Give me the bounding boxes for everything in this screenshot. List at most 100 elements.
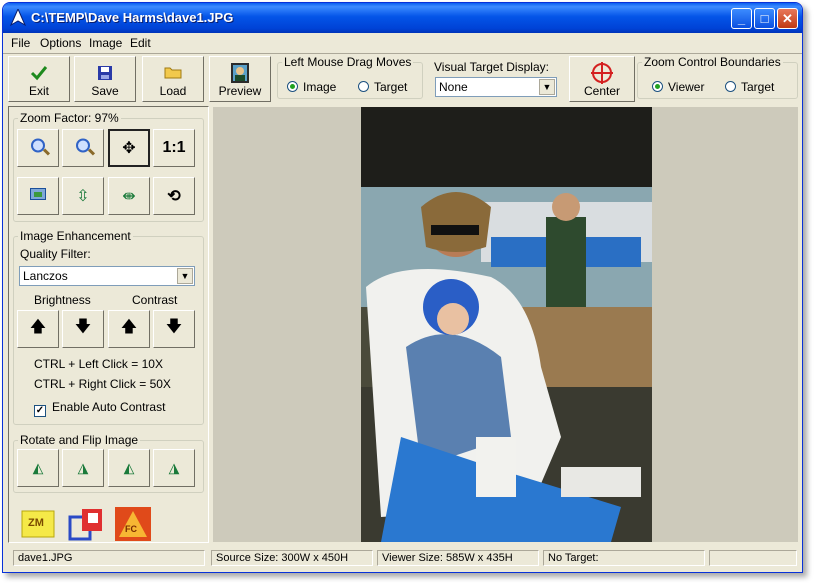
checkmark-icon (30, 66, 48, 81)
rotate-legend: Rotate and Flip Image (20, 433, 139, 447)
photo-image (361, 107, 652, 542)
menu-edit[interactable]: Edit (130, 36, 151, 50)
arrow-down-icon: 🡇 (165, 318, 183, 336)
zoom-boundaries-legend: Zoom Control Boundaries (644, 55, 781, 69)
radio-image[interactable] (287, 81, 298, 92)
status-viewer-size: Viewer Size: 585W x 435H (377, 550, 539, 566)
exit-button[interactable]: Exit (8, 56, 70, 102)
fit-height-icon: ⇳ (76, 188, 90, 205)
zm-label: ZM (28, 517, 44, 529)
brightness-down-button[interactable]: 🡇 (62, 310, 104, 348)
zoom-factor-legend: Zoom Factor: 97% (20, 111, 119, 125)
flip-horizontal-button[interactable]: ◭ (108, 449, 150, 487)
center-button[interactable]: Center (569, 56, 635, 102)
save-label: Save (91, 84, 119, 98)
load-button[interactable]: Load (142, 56, 204, 102)
quality-filter-value: Lanczos (23, 269, 68, 283)
fit-width-button[interactable] (17, 177, 59, 215)
boundary-viewer-label: Viewer (668, 80, 705, 94)
rotate-left-icon: ◭ (32, 459, 44, 476)
contrast-label: Contrast (132, 293, 178, 307)
fit-all-icon: ✥ (122, 140, 136, 157)
hint-left-click: CTRL + Left Click = 10X (34, 357, 163, 371)
maximize-button[interactable]: □ (754, 8, 775, 29)
contrast-up-button[interactable]: 🡅 (108, 310, 150, 348)
zoom-in-icon (31, 138, 45, 153)
flip-vertical-button[interactable]: ◮ (153, 449, 195, 487)
fc-button[interactable]: FC (113, 503, 153, 543)
status-filename: dave1.JPG (13, 550, 205, 566)
auto-contrast-checkbox[interactable]: ✓ (34, 405, 46, 417)
quality-filter-label: Quality Filter: (20, 247, 91, 261)
auto-contrast-option[interactable]: ✓ Enable Auto Contrast (34, 400, 165, 417)
drag-target-option[interactable]: Target (358, 80, 407, 94)
status-extra (709, 550, 797, 566)
drag-image-label: Image (303, 80, 337, 94)
contrast-down-button[interactable]: 🡇 (153, 310, 195, 348)
status-bar: dave1.JPG Source Size: 300W x 450H Viewe… (3, 548, 802, 568)
visual-target-select[interactable]: None ▼ (435, 77, 557, 97)
resize-icon (68, 509, 102, 541)
app-logo-icon (10, 9, 26, 27)
zoom-in-button[interactable] (17, 129, 59, 167)
status-source-size: Source Size: 300W x 450H (211, 550, 373, 566)
actual-size-button[interactable]: 1:1 (153, 129, 195, 167)
reset-zoom-button[interactable]: ⟲ (153, 177, 195, 215)
fit-height-button[interactable]: ⇳ (62, 177, 104, 215)
brightness-up-button[interactable]: 🡅 (17, 310, 59, 348)
rotate-right-button[interactable]: ◮ (62, 449, 104, 487)
fit-window-icon: ⇼ (122, 188, 136, 205)
displayed-photo[interactable] (361, 107, 652, 542)
crosshair-icon (591, 62, 613, 84)
rotate-left-button[interactable]: ◭ (17, 449, 59, 487)
zoom-out-button[interactable] (62, 129, 104, 167)
resize-tool-button[interactable] (66, 503, 106, 543)
arrow-up-icon: 🡅 (120, 318, 138, 336)
fc-icon (115, 507, 151, 541)
floppy-disk-icon (98, 66, 112, 80)
quality-filter-select[interactable]: Lanczos ▼ (19, 266, 195, 286)
boundary-viewer-option[interactable]: Viewer (652, 80, 704, 94)
drag-image-option[interactable]: Image (287, 80, 336, 94)
boundary-target-option[interactable]: Target (725, 80, 774, 94)
maximize-icon: □ (760, 11, 769, 26)
radio-viewer[interactable] (652, 81, 663, 92)
visual-target-label: Visual Target Display: (434, 60, 549, 74)
one-to-one-label: 1:1 (162, 139, 186, 156)
toolbar-divider (3, 53, 802, 54)
app-window: C:\TEMP\Dave Harms\dave1.JPG _ □ ✕ File … (2, 2, 803, 573)
flip-horizontal-icon: ◭ (123, 459, 135, 476)
portrait-icon (231, 63, 249, 83)
rotate-arrows-icon: ⟲ (167, 188, 181, 205)
close-button[interactable]: ✕ (777, 8, 798, 29)
zm-button[interactable]: ZM (18, 503, 58, 543)
auto-contrast-label: Enable Auto Contrast (52, 400, 166, 414)
visual-target-value: None (439, 80, 468, 94)
menu-options[interactable]: Options (40, 36, 81, 50)
minimize-button[interactable]: _ (731, 8, 752, 29)
center-label: Center (583, 84, 621, 98)
fit-window-button[interactable]: ⇼ (108, 177, 150, 215)
preview-button[interactable]: Preview (209, 56, 271, 102)
title-bar[interactable]: C:\TEMP\Dave Harms\dave1.JPG _ □ ✕ (3, 3, 802, 33)
exit-label: Exit (28, 84, 49, 98)
brightness-label: Brightness (34, 293, 91, 307)
menu-file[interactable]: File (11, 36, 30, 50)
radio-target[interactable] (358, 81, 369, 92)
menu-image[interactable]: Image (89, 36, 122, 50)
flip-vertical-icon: ◮ (168, 459, 180, 476)
menu-bar: File Options Image Edit (3, 33, 802, 53)
hint-right-click: CTRL + Right Click = 50X (34, 377, 171, 391)
fc-label: FC (125, 524, 137, 534)
radio-boundary-target[interactable] (725, 81, 736, 92)
save-button[interactable]: Save (74, 56, 136, 102)
chevron-down-icon[interactable]: ▼ (177, 268, 193, 284)
enhancement-legend: Image Enhancement (20, 229, 131, 243)
fit-all-button[interactable]: ✥ (108, 129, 150, 167)
arrow-down-icon: 🡇 (74, 318, 92, 336)
drag-target-label: Target (374, 80, 408, 94)
boundary-target-label: Target (741, 80, 775, 94)
folder-icon (164, 67, 182, 79)
status-target: No Target: (543, 550, 705, 566)
chevron-down-icon[interactable]: ▼ (539, 79, 555, 95)
